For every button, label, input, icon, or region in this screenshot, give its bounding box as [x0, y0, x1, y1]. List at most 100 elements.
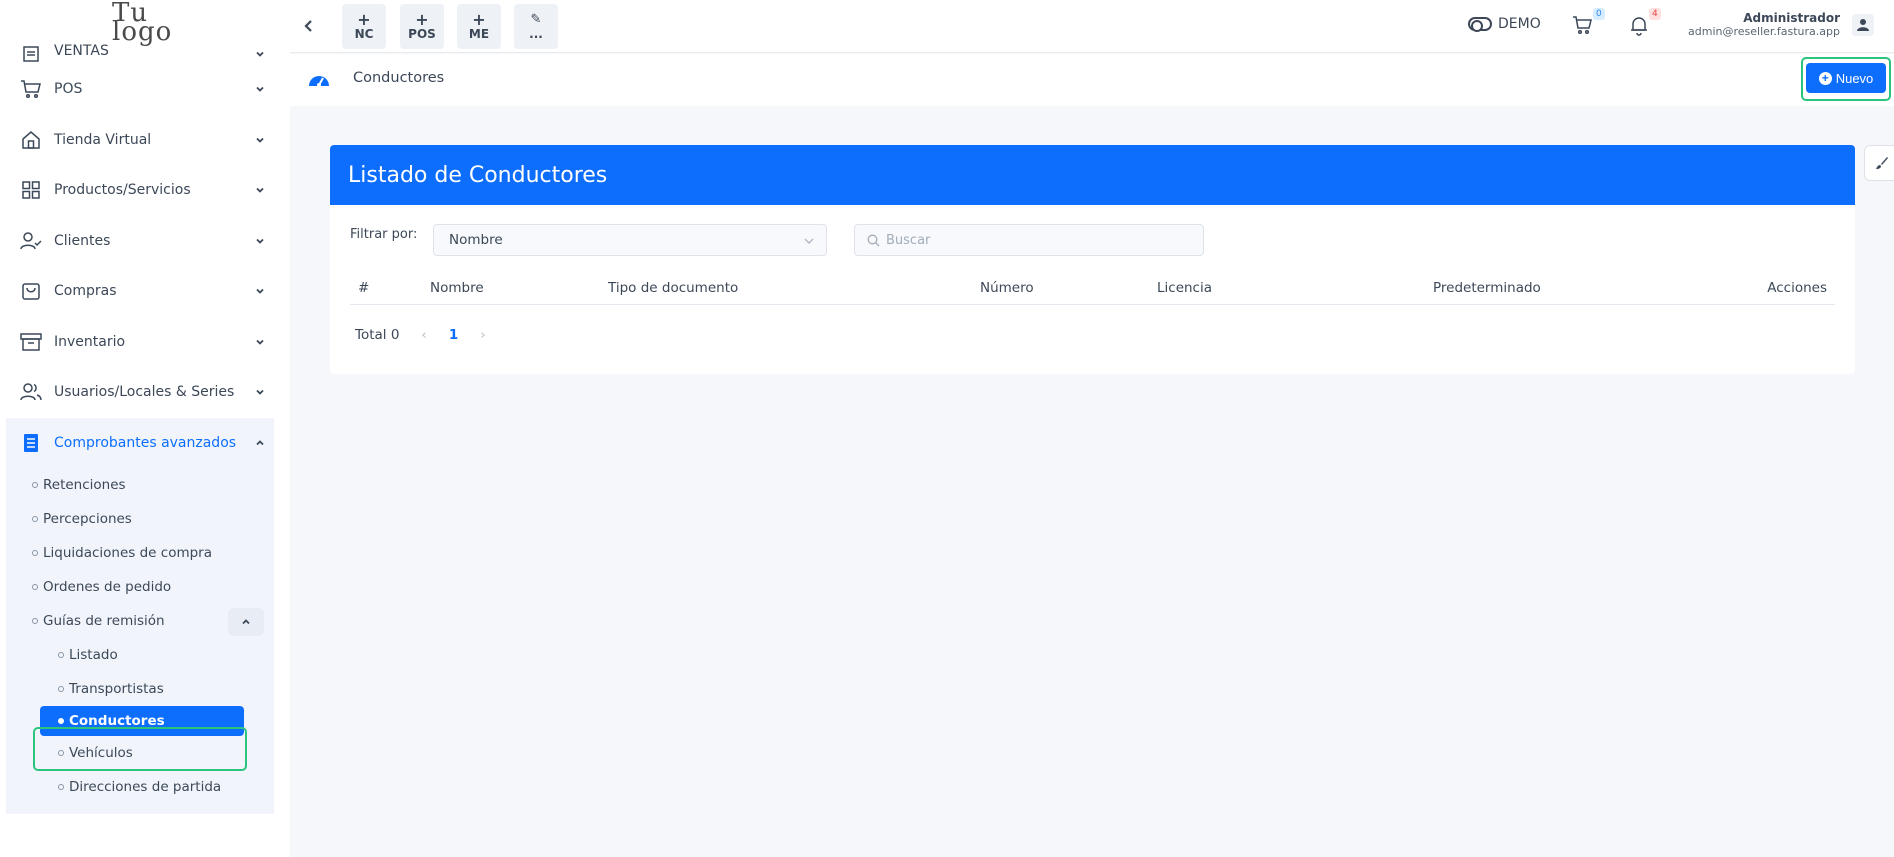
plus-icon: + — [472, 9, 486, 29]
subitem-retenciones[interactable]: Retenciones — [6, 468, 274, 502]
subitem-conductores[interactable]: Conductores — [40, 706, 244, 736]
quick-nc-button[interactable]: + NC — [342, 4, 386, 49]
chevron-down-icon — [256, 51, 264, 57]
subitem-ordenes-de-pedido[interactable]: Ordenes de pedido — [6, 570, 274, 604]
sidebar-item-label: VENTAS — [54, 43, 109, 59]
chevron-left-icon[interactable] — [302, 16, 316, 36]
sidebar-item-label: Productos/Servicios — [54, 182, 191, 199]
column-header-licencia: Licencia — [1157, 280, 1213, 296]
collapse-toggle[interactable] — [228, 608, 264, 636]
sidebar-item-label: Usuarios/Locales & Series — [54, 384, 235, 401]
grid-icon — [20, 179, 42, 201]
sidebar-item-pos[interactable]: POS — [0, 64, 290, 115]
conductores-card: Listado de Conductores Filtrar por: Nomb… — [330, 145, 1855, 374]
chevron-down-icon — [256, 289, 264, 295]
logo[interactable]: Tu logo — [112, 0, 172, 45]
quick-me-button[interactable]: + ME — [457, 4, 501, 49]
chevron-down-icon — [256, 390, 264, 396]
quick-pos-button[interactable]: + POS — [400, 4, 444, 49]
bullet-icon — [32, 516, 38, 522]
bullet-icon — [32, 584, 38, 590]
quick-edit-button[interactable]: ✎... — [514, 4, 558, 49]
document-icon — [20, 432, 42, 454]
subitem-liquidaciones[interactable]: Liquidaciones de compra — [6, 536, 274, 570]
subitem-label: Guías de remisión — [43, 613, 165, 629]
prev-page-button[interactable]: ‹ — [421, 327, 426, 343]
dashboard-gauge-icon — [309, 76, 329, 87]
next-page-button[interactable]: › — [480, 327, 485, 343]
bullet-icon — [58, 784, 64, 790]
bullet-icon — [32, 618, 38, 624]
sidebar-item-compras[interactable]: Compras — [0, 266, 290, 317]
sidebar-item-inventario[interactable]: Inventario — [0, 317, 290, 368]
quick-label: ME — [468, 26, 490, 41]
search-box[interactable] — [854, 224, 1204, 256]
sidebar-item-tienda-virtual[interactable]: Tienda Virtual — [0, 115, 290, 166]
subitem-guias-de-remision[interactable]: Guías de remisión — [6, 604, 274, 638]
user-info[interactable]: Administrador admin@reseller.fastura.app — [1688, 11, 1840, 38]
bullet-icon — [58, 750, 64, 756]
theme-customizer-tab[interactable] — [1864, 145, 1894, 181]
filter-label: Filtrar por: — [350, 227, 418, 242]
quick-label: NC — [354, 26, 374, 41]
subitem-vehiculos[interactable]: Vehículos — [6, 736, 274, 770]
sidebar-item-clientes[interactable]: Clientes — [0, 216, 290, 267]
chevron-down-icon — [256, 188, 264, 194]
topbar: + NC + POS + ME ✎... DEMO 0 4 Administrador… — [290, 0, 1894, 53]
cart-badge: 0 — [1593, 8, 1605, 20]
bell-icon[interactable] — [1628, 14, 1650, 36]
receipt-icon — [20, 43, 42, 65]
demo-toggle[interactable]: DEMO — [1468, 16, 1541, 32]
subitem-label: Retenciones — [43, 477, 126, 493]
sidebar-item-label: Clientes — [54, 232, 111, 249]
column-header-nombre: Nombre — [430, 280, 484, 296]
sidebar-item-label: POS — [54, 81, 83, 98]
pencil-icon: ✎ — [530, 11, 542, 27]
plus-icon: + — [415, 9, 429, 29]
search-input[interactable] — [886, 232, 1186, 248]
sidebar-item-usuarios[interactable]: Usuarios/Locales & Series — [0, 367, 290, 418]
quick-label: POS — [408, 26, 436, 41]
subitem-label: Direcciones de partida — [69, 779, 222, 795]
sidebar-item-productos-servicios[interactable]: Productos/Servicios — [0, 165, 290, 216]
sidebar-item-label: Inventario — [54, 333, 126, 350]
table-header: # Nombre Tipo de documento Número Licenc… — [350, 275, 1835, 305]
user-icon — [1857, 19, 1869, 31]
column-header-numero: Número — [980, 280, 1034, 296]
sidebar-menu: VENTAS POS Tienda Virtual Productos/Serv… — [0, 43, 290, 814]
card-title: Listado de Conductores — [330, 145, 1855, 205]
submenu-guias: Listado Transportistas Conductores Vehíc… — [6, 638, 274, 804]
column-header-predeterminado: Predeterminado — [1433, 280, 1541, 296]
plus-icon: + — [357, 9, 371, 29]
new-button[interactable]: + Nuevo — [1806, 63, 1886, 93]
filter-select-value: Nombre — [449, 232, 503, 248]
filter-select[interactable]: Nombre — [433, 224, 827, 256]
users-icon — [20, 381, 42, 403]
subitem-listado[interactable]: Listado — [6, 638, 274, 672]
bullet-icon — [58, 652, 64, 658]
sidebar-item-ventas[interactable]: VENTAS — [0, 38, 290, 64]
subitem-direcciones-de-partida[interactable]: Direcciones de partida — [6, 770, 274, 804]
sidebar-item-label: Comprobantes avanzados — [54, 434, 237, 451]
total-count: Total 0 — [355, 327, 400, 343]
subitem-label: Conductores — [69, 713, 165, 729]
toggle-icon — [1468, 17, 1492, 32]
sidebar-item-comprobantes-avanzados[interactable]: Comprobantes avanzados — [6, 417, 274, 468]
cart-icon[interactable] — [1572, 14, 1594, 36]
chevron-down-icon — [256, 87, 264, 93]
search-icon — [867, 234, 880, 246]
bullet-icon — [58, 686, 64, 692]
sidebar-item-label: Compras — [54, 283, 117, 300]
user-email: admin@reseller.fastura.app — [1688, 25, 1840, 38]
subitem-transportistas[interactable]: Transportistas — [6, 672, 274, 706]
chevron-down-icon — [256, 339, 264, 345]
chevron-up-icon — [256, 439, 264, 445]
subitem-percepciones[interactable]: Percepciones — [6, 502, 274, 536]
cart-icon — [20, 78, 42, 100]
notification-badge: 4 — [1649, 8, 1661, 20]
subitem-label: Ordenes de pedido — [43, 579, 172, 595]
subitem-label: Transportistas — [69, 681, 164, 697]
page-number[interactable]: 1 — [449, 327, 458, 343]
bag-icon — [20, 280, 42, 302]
avatar[interactable] — [1852, 14, 1874, 36]
